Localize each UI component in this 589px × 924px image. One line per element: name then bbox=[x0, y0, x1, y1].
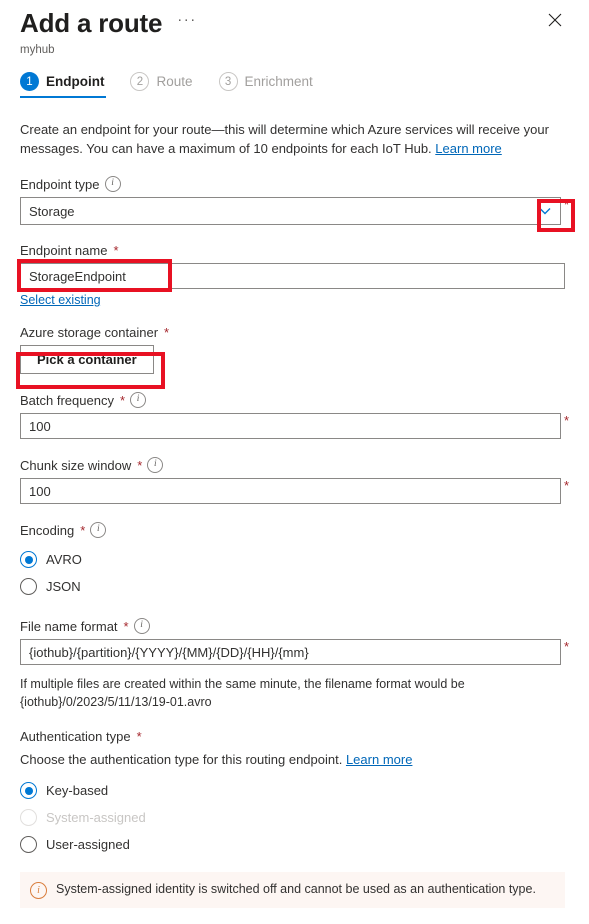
chunk-size-input-wrap: * bbox=[20, 478, 569, 504]
file-name-format-label-row: File name format * i bbox=[20, 618, 569, 634]
batch-frequency-input[interactable] bbox=[20, 413, 561, 439]
batch-frequency-required: * bbox=[120, 393, 125, 408]
endpoint-type-required-mark: * bbox=[564, 197, 569, 213]
radio-system-assigned-label: System-assigned bbox=[46, 810, 146, 825]
radio-system-assigned: System-assigned bbox=[20, 804, 569, 831]
file-name-format-required-mark: * bbox=[564, 639, 569, 655]
radio-key-based[interactable]: Key-based bbox=[20, 777, 569, 804]
radio-json-indicator[interactable] bbox=[20, 578, 37, 595]
close-icon[interactable] bbox=[541, 6, 569, 34]
chunk-size-required-mark: * bbox=[564, 478, 569, 494]
storage-container-field: Azure storage container * Pick a contain… bbox=[20, 325, 569, 374]
encoding-label-row: Encoding * i bbox=[20, 522, 569, 538]
info-icon[interactable]: i bbox=[130, 392, 146, 408]
pick-a-container-button[interactable]: Pick a container bbox=[20, 345, 154, 374]
radio-avro-indicator[interactable] bbox=[20, 551, 37, 568]
step-enrichment[interactable]: 3 Enrichment bbox=[219, 72, 313, 98]
batch-frequency-label-row: Batch frequency * i bbox=[20, 392, 569, 408]
intro-learn-more-link[interactable]: Learn more bbox=[435, 141, 501, 156]
endpoint-type-field: Endpoint type i Storage * bbox=[20, 176, 569, 225]
info-icon[interactable]: i bbox=[90, 522, 106, 538]
endpoint-name-input[interactable] bbox=[20, 263, 565, 289]
endpoint-name-label-row: Endpoint name * bbox=[20, 243, 569, 258]
endpoint-name-required: * bbox=[113, 243, 118, 258]
step-enrichment-label: Enrichment bbox=[245, 74, 313, 89]
select-existing-row: Select existing bbox=[20, 293, 569, 307]
more-options-icon[interactable]: ··· bbox=[174, 11, 200, 35]
file-name-format-input-wrap: * bbox=[20, 639, 569, 665]
radio-user-assigned[interactable]: User-assigned bbox=[20, 831, 569, 858]
storage-container-label-row: Azure storage container * bbox=[20, 325, 569, 340]
endpoint-name-field: Endpoint name * Select existing bbox=[20, 243, 569, 307]
intro-text: Create an endpoint for your route—this w… bbox=[20, 120, 565, 158]
authentication-type-field: Authentication type * Choose the authent… bbox=[20, 729, 569, 858]
chunk-size-field: Chunk size window * i * bbox=[20, 457, 569, 504]
panel-body: Create an endpoint for your route—this w… bbox=[20, 120, 569, 908]
storage-container-required: * bbox=[164, 325, 169, 340]
storage-container-label: Azure storage container bbox=[20, 325, 158, 340]
batch-frequency-label: Batch frequency bbox=[20, 393, 114, 408]
endpoint-type-select[interactable]: Storage bbox=[20, 197, 561, 225]
step-route-label: Route bbox=[156, 74, 192, 89]
batch-frequency-field: Batch frequency * i * bbox=[20, 392, 569, 439]
endpoint-name-input-wrap bbox=[20, 263, 569, 289]
chunk-size-required: * bbox=[137, 458, 142, 473]
banner-message: System-assigned identity is switched off… bbox=[56, 881, 536, 898]
authentication-note-text: Choose the authentication type for this … bbox=[20, 752, 342, 767]
chunk-size-label-row: Chunk size window * i bbox=[20, 457, 569, 473]
radio-key-based-indicator[interactable] bbox=[20, 782, 37, 799]
endpoint-type-input-wrap: Storage * bbox=[20, 197, 569, 225]
panel-header: Add a route ··· myhub bbox=[20, 0, 569, 56]
encoding-required: * bbox=[80, 523, 85, 538]
add-route-panel: Add a route ··· myhub 1 Endpoint 2 Route… bbox=[0, 0, 589, 908]
step-endpoint-label: Endpoint bbox=[46, 74, 104, 89]
title-row: Add a route ··· bbox=[20, 6, 569, 40]
authentication-label-row: Authentication type * bbox=[20, 729, 569, 744]
page-title: Add a route bbox=[20, 6, 162, 40]
file-name-format-label: File name format bbox=[20, 619, 118, 634]
info-icon: i bbox=[30, 882, 47, 899]
encoding-field: Encoding * i AVRO JSON bbox=[20, 522, 569, 600]
authentication-label: Authentication type bbox=[20, 729, 131, 744]
encoding-radio-group: AVRO JSON bbox=[20, 546, 569, 600]
wizard-steps: 1 Endpoint 2 Route 3 Enrichment bbox=[20, 72, 569, 98]
file-name-format-required: * bbox=[124, 619, 129, 634]
step-enrichment-number: 3 bbox=[219, 72, 238, 91]
info-icon[interactable]: i bbox=[134, 618, 150, 634]
encoding-label: Encoding bbox=[20, 523, 74, 538]
endpoint-name-label: Endpoint name bbox=[20, 243, 107, 258]
system-assigned-warning-banner: i System-assigned identity is switched o… bbox=[20, 872, 565, 908]
file-name-format-input[interactable] bbox=[20, 639, 561, 665]
file-name-format-helper: If multiple files are created within the… bbox=[20, 675, 565, 711]
radio-key-based-label: Key-based bbox=[46, 783, 108, 798]
panel-subtitle: myhub bbox=[20, 44, 569, 56]
endpoint-type-label: Endpoint type bbox=[20, 177, 100, 192]
authentication-learn-more-link[interactable]: Learn more bbox=[346, 752, 412, 767]
authentication-note: Choose the authentication type for this … bbox=[20, 752, 569, 767]
radio-avro[interactable]: AVRO bbox=[20, 546, 569, 573]
endpoint-type-label-row: Endpoint type i bbox=[20, 176, 569, 192]
chunk-size-label: Chunk size window bbox=[20, 458, 131, 473]
radio-user-assigned-label: User-assigned bbox=[46, 837, 130, 852]
step-route[interactable]: 2 Route bbox=[130, 72, 192, 98]
step-endpoint[interactable]: 1 Endpoint bbox=[20, 72, 104, 98]
authentication-radio-group: Key-based System-assigned User-assigned bbox=[20, 777, 569, 858]
radio-json[interactable]: JSON bbox=[20, 573, 569, 600]
authentication-required: * bbox=[137, 729, 142, 744]
radio-user-assigned-indicator[interactable] bbox=[20, 836, 37, 853]
batch-frequency-input-wrap: * bbox=[20, 413, 569, 439]
info-icon[interactable]: i bbox=[147, 457, 163, 473]
radio-avro-label: AVRO bbox=[46, 552, 82, 567]
batch-frequency-required-mark: * bbox=[564, 413, 569, 429]
step-route-number: 2 bbox=[130, 72, 149, 91]
info-icon[interactable]: i bbox=[105, 176, 121, 192]
radio-system-assigned-indicator bbox=[20, 809, 37, 826]
endpoint-type-value: Storage bbox=[29, 204, 75, 219]
radio-json-label: JSON bbox=[46, 579, 81, 594]
step-endpoint-number: 1 bbox=[20, 72, 39, 91]
chevron-down-icon[interactable] bbox=[530, 198, 560, 224]
chunk-size-input[interactable] bbox=[20, 478, 561, 504]
file-name-format-field: File name format * i * If multiple files… bbox=[20, 618, 569, 711]
select-existing-link[interactable]: Select existing bbox=[20, 293, 101, 307]
